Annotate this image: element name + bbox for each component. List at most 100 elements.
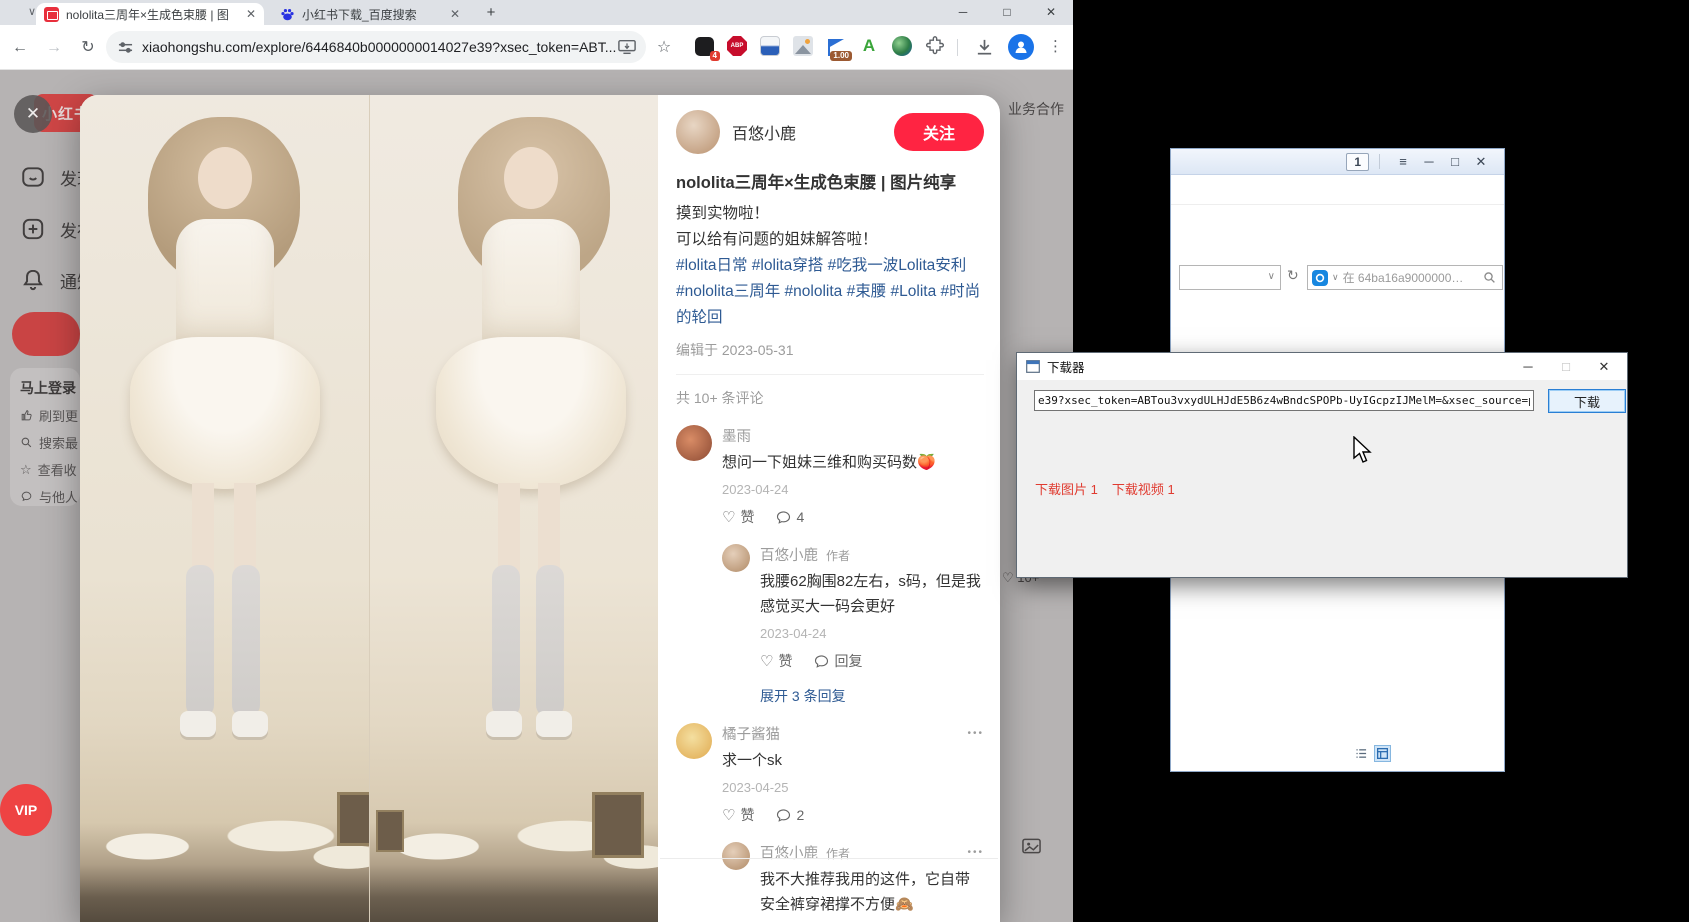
like-action[interactable]: ♡赞 (722, 507, 754, 527)
vip-button[interactable]: VIP (0, 784, 52, 836)
reply-action[interactable]: 回复 (814, 651, 862, 671)
maximize-button[interactable]: □ (985, 0, 1029, 25)
new-tab-button[interactable]: + (480, 3, 502, 23)
like-action[interactable]: ♡赞 (760, 651, 792, 671)
comments-count-header: 共 10+ 条评论 (676, 388, 984, 408)
follow-button[interactable]: 关注 (894, 113, 984, 151)
shield-extension-icon[interactable] (758, 34, 782, 58)
photo-figure (232, 711, 268, 737)
close-button[interactable]: ✕ (1468, 154, 1494, 170)
discover-icon (20, 164, 46, 190)
expand-replies-link[interactable]: 展开 3 条回复 (760, 686, 984, 706)
photo-figure (492, 565, 520, 717)
tab-baidu-search[interactable]: 小红书下载_百度搜索 ✕ (272, 3, 468, 25)
chrome-menu-icon[interactable]: ⋮ (1048, 37, 1063, 55)
site-settings-icon[interactable] (118, 40, 133, 55)
tab-close-icon[interactable]: ✕ (246, 7, 256, 21)
login-benefit-label: 与他人 (39, 487, 78, 506)
commenter-name[interactable]: 墨雨 (722, 425, 984, 446)
address-combo-box[interactable]: ∨ (1179, 265, 1281, 290)
send-to-device-icon[interactable] (618, 39, 636, 55)
comment-reply: 百悠小鹿作者 我腰62胸围82左右，s码，但是我感觉买大一码会更好 2023-0… (722, 544, 984, 706)
commenter-avatar[interactable] (722, 842, 750, 870)
tab-xiaohongshu-post[interactable]: nololita三周年×生成色束腰 | 图 ✕ (36, 3, 264, 25)
file-manager-menustrip (1171, 175, 1504, 205)
close-button[interactable]: ✕ (1029, 0, 1073, 25)
search-engine-icon[interactable] (1312, 270, 1328, 286)
comment-date: 2023-04-24 (760, 626, 984, 641)
reload-button[interactable]: ↻ (76, 37, 100, 59)
downloader-titlebar: 下载器 ─ □ ✕ (1017, 353, 1627, 380)
modal-close-button[interactable]: ✕ (14, 95, 52, 133)
adguard-extension-icon[interactable]: A (857, 34, 881, 58)
address-bar[interactable]: xiaohongshu.com/explore/6446840b00000000… (106, 31, 646, 63)
post-photo-2[interactable] (369, 95, 658, 922)
extensions-puzzle-icon[interactable] (923, 34, 947, 58)
minimize-button[interactable]: ─ (941, 0, 985, 25)
comment-more-icon[interactable]: ••• (967, 847, 984, 858)
details-view-icon[interactable] (1374, 745, 1391, 762)
photo-figure (180, 711, 216, 737)
login-button[interactable] (12, 312, 80, 356)
baidu-favicon-icon (280, 7, 295, 22)
commenter-name[interactable]: 橘子酱猫 (722, 723, 961, 744)
refresh-icon[interactable]: ↻ (1287, 267, 1299, 284)
bookmark-star-icon[interactable]: ☆ (652, 37, 676, 59)
profile-avatar[interactable] (1008, 34, 1034, 60)
business-cooperation-link[interactable]: 业务合作 (1008, 99, 1064, 119)
back-button[interactable]: ← (8, 37, 32, 59)
tab-close-icon[interactable]: ✕ (450, 7, 460, 21)
minimize-button[interactable]: ─ (1509, 359, 1547, 374)
dropdown-arrow-icon[interactable]: ∨ (1332, 272, 1339, 283)
close-button[interactable]: ✕ (1585, 359, 1623, 375)
abp-extension-icon[interactable]: ABP (725, 34, 749, 58)
maximize-button[interactable]: □ (1547, 359, 1585, 374)
extension-badge: 1.00 (830, 51, 852, 61)
download-url-input[interactable] (1034, 390, 1534, 411)
reply-action[interactable]: 2 (776, 807, 804, 823)
flag-extension-icon[interactable]: 1.00 (824, 34, 848, 58)
reply-action[interactable]: 4 (776, 509, 804, 525)
like-action[interactable]: ♡赞 (722, 805, 754, 825)
list-view-icon[interactable] (1353, 745, 1370, 762)
dropdown-arrow-icon[interactable]: ∨ (1268, 271, 1275, 282)
post-title: nololita三周年×生成色束腰 | 图片纯享 (676, 169, 984, 193)
image-upload-icon[interactable] (1022, 838, 1041, 859)
maximize-button[interactable]: □ (1442, 154, 1468, 169)
menu-icon[interactable]: ≡ (1390, 154, 1416, 169)
image-assistant-extension-icon[interactable] (791, 34, 815, 58)
comment-more-icon[interactable]: ••• (967, 728, 984, 739)
globe-extension-icon[interactable] (890, 34, 914, 58)
divider (676, 374, 984, 375)
comment-bubble-icon (776, 808, 791, 823)
post-hashtags[interactable]: #lolita日常 #lolita穿搭 #吃我一波Lolita安利 (676, 253, 984, 279)
comment-date: 2023-04-25 (722, 780, 984, 795)
magnifier-icon[interactable] (1483, 271, 1496, 284)
downloads-icon[interactable] (975, 38, 994, 62)
browser-window-controls: ─ □ ✕ (941, 0, 1073, 25)
commenter-name[interactable]: 百悠小鹿作者 (760, 842, 961, 863)
commenter-avatar[interactable] (722, 544, 750, 572)
post-photo-1[interactable] (80, 95, 369, 922)
forward-button[interactable]: → (42, 37, 66, 59)
author-avatar[interactable] (676, 110, 720, 154)
search-icon (20, 436, 33, 449)
photo-figure (536, 711, 572, 737)
comment-text: 求一个sk (722, 748, 984, 773)
photo-figure (130, 337, 320, 489)
commenter-avatar[interactable] (676, 425, 712, 461)
photo-figure (232, 565, 260, 717)
post-photos[interactable] (80, 95, 658, 922)
post-hashtags[interactable]: #nololita三周年 #nololita #束腰 #Lolita #时尚的轮… (676, 279, 984, 331)
commenter-name[interactable]: 百悠小鹿作者 (760, 544, 984, 565)
adblock-extension-icon[interactable]: 4 (692, 34, 716, 58)
tab-number-button[interactable]: 1 (1346, 153, 1369, 171)
author-name[interactable]: 百悠小鹿 (732, 120, 894, 144)
search-box[interactable]: ∨ 在 64ba16a9000000… (1307, 265, 1503, 290)
commenter-avatar[interactable] (676, 723, 712, 759)
download-button[interactable]: 下载 (1548, 389, 1626, 413)
minimize-button[interactable]: ─ (1416, 154, 1442, 169)
url-text[interactable]: xiaohongshu.com/explore/6446840b00000000… (142, 39, 618, 55)
photo-figure (436, 337, 626, 489)
search-scope-text[interactable]: 在 64ba16a9000000… (1343, 269, 1479, 286)
